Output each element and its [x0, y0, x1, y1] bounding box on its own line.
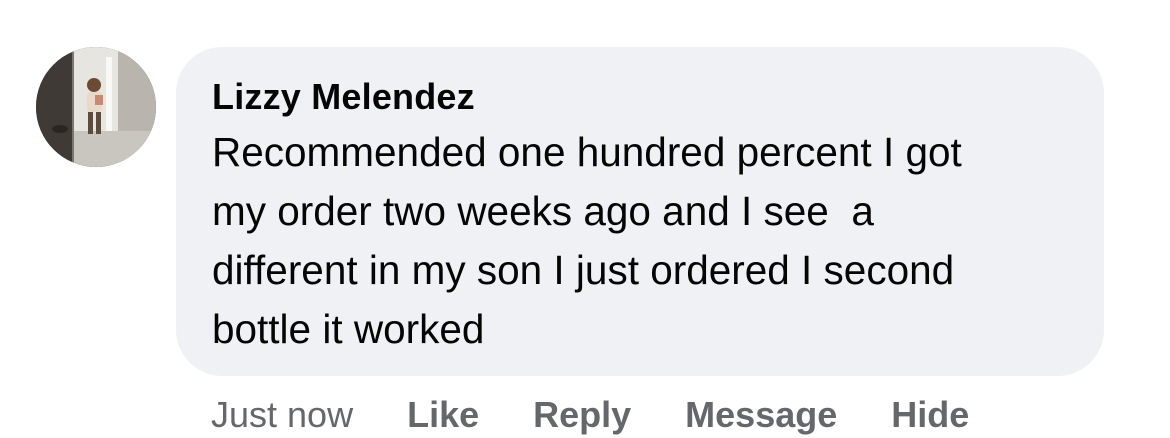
message-button[interactable]: Message — [685, 392, 837, 438]
comment-timestamp[interactable]: Just now — [211, 392, 353, 438]
avatar[interactable] — [36, 47, 156, 167]
comment-text: Recommended one hundred percent I got my… — [212, 129, 962, 352]
comment-author[interactable]: Lizzy Melendez — [212, 75, 1068, 119]
reply-button[interactable]: Reply — [533, 392, 631, 438]
avatar-photo — [36, 47, 156, 167]
hide-button[interactable]: Hide — [891, 392, 969, 438]
comment-bubble: Lizzy Melendez Recommended one hundred p… — [176, 47, 1104, 376]
comment-actions: Just now Like Reply Message Hide — [211, 392, 969, 438]
like-button[interactable]: Like — [407, 392, 479, 438]
